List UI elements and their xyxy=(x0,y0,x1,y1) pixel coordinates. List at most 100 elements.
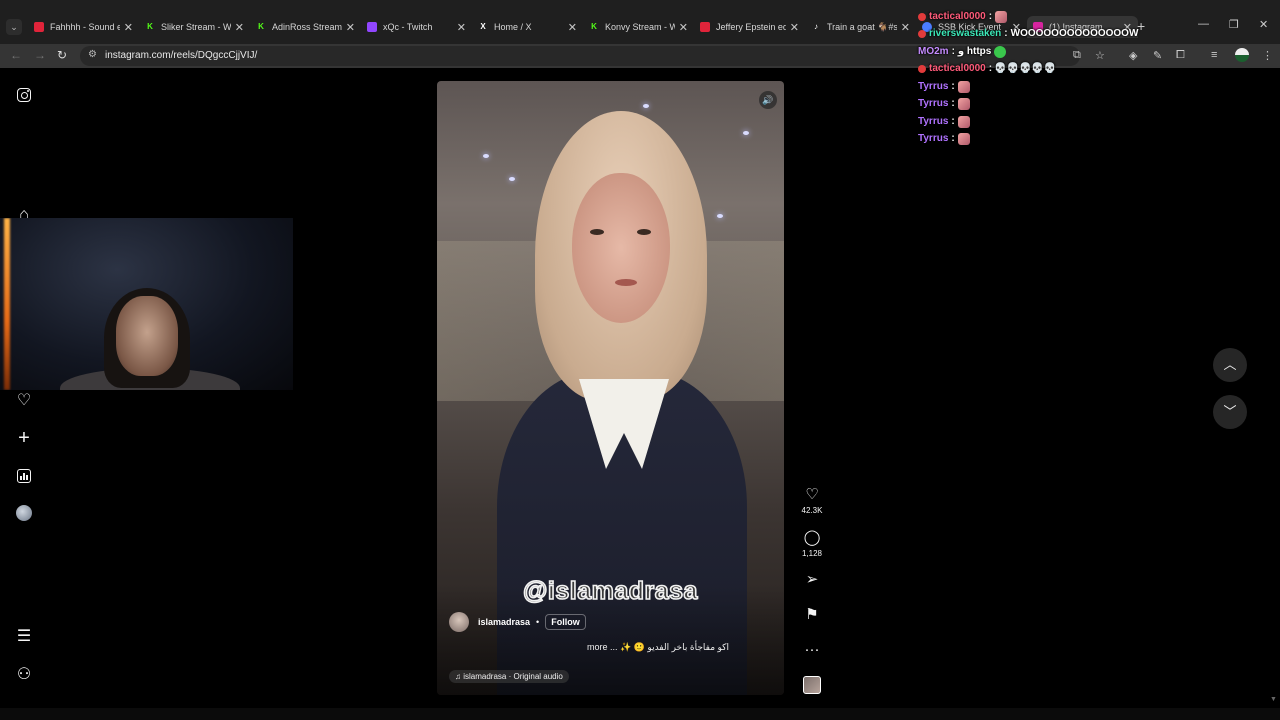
emote-icon xyxy=(957,115,970,128)
restore-icon[interactable]: ❐ xyxy=(1229,18,1239,31)
comment-action[interactable]: ◯ 1,128 xyxy=(798,529,826,558)
hamburger-menu-icon[interactable]: ☰ xyxy=(14,627,34,647)
reload-icon[interactable]: ↻ xyxy=(57,48,67,62)
chevron-down-icon: ﹀ xyxy=(1223,404,1237,419)
share-action[interactable]: ➢ xyxy=(798,571,826,589)
mute-icon[interactable]: 🔊 xyxy=(759,91,777,109)
author-username[interactable]: islamadrasa xyxy=(478,617,530,627)
url-text: instagram.com/reels/DQgccCjjVIJ/ xyxy=(105,50,258,61)
back-icon[interactable]: ← xyxy=(10,48,22,62)
close-icon[interactable]: ✕ xyxy=(457,21,466,34)
author-avatar[interactable] xyxy=(449,612,469,632)
chat-text: و https xyxy=(957,45,992,57)
tab-title: AdinRoss Stream xyxy=(272,22,342,32)
comment-icon[interactable]: ◯ xyxy=(798,529,826,547)
audio-label: islamadrasa · Original audio xyxy=(463,672,563,681)
chat-message: Tyrrus: xyxy=(918,96,1178,114)
video-watermark: @islamadrasa xyxy=(522,576,698,606)
close-icon[interactable]: ✕ xyxy=(790,21,799,34)
reel-video[interactable]: @islamadrasa 🔊 islamadrasa • Follow more… xyxy=(437,81,784,695)
kick-icon: K xyxy=(591,22,597,31)
window-close-icon[interactable]: ✕ xyxy=(1259,18,1268,31)
minimize-icon[interactable]: — xyxy=(1198,18,1209,30)
browser-tab[interactable]: K AdinRoss Stream ✕ xyxy=(250,16,361,38)
close-icon[interactable]: ✕ xyxy=(568,21,577,34)
chat-message: tactical0000: xyxy=(918,8,1178,26)
tab-title: Fahhhh - Sound e xyxy=(50,22,120,32)
emote-icon xyxy=(957,80,970,93)
profile-icon[interactable] xyxy=(14,503,34,523)
close-icon[interactable]: ✕ xyxy=(346,21,355,34)
close-icon[interactable]: ✕ xyxy=(124,21,133,34)
browser-tab[interactable]: ♪ Train a goat 🐐#s ✕ xyxy=(805,16,916,38)
menu-kebab-icon[interactable]: ⋮ xyxy=(1262,49,1273,62)
bookmark-icon[interactable]: ⚑ xyxy=(798,606,826,624)
emote-icon xyxy=(995,10,1008,23)
twitch-icon xyxy=(367,22,377,32)
forward-icon[interactable]: → xyxy=(34,48,46,62)
analytics-icon[interactable] xyxy=(14,466,34,486)
tab-title: Sliker Stream - W xyxy=(161,22,231,32)
badge-icon xyxy=(918,65,926,74)
chat-username: riverswastaken xyxy=(929,28,1002,40)
also-from-meta-icon[interactable]: ⚇ xyxy=(14,665,34,685)
tab-title: Konvy Stream - W xyxy=(605,22,675,32)
close-icon[interactable]: ✕ xyxy=(901,21,910,34)
tab-search-button[interactable]: ⌄ xyxy=(6,19,22,35)
profile-avatar[interactable] xyxy=(1235,48,1249,62)
chat-username: tactical0000 xyxy=(929,10,986,22)
heart-icon[interactable]: ♡ xyxy=(798,486,826,504)
reel-caption[interactable]: more ... ✨ 🙂 اكو مفاجأة باخر الفديو xyxy=(587,642,729,653)
follow-button[interactable]: Follow xyxy=(545,614,586,630)
create-plus-icon[interactable]: + xyxy=(14,428,34,448)
youtube-icon xyxy=(34,22,44,32)
separator: • xyxy=(536,617,540,627)
media-control-icon[interactable]: ≡ xyxy=(1211,49,1217,61)
reel-author: islamadrasa • Follow xyxy=(449,612,586,632)
emote-icon xyxy=(994,45,1007,58)
previous-reel-button[interactable]: ︿ xyxy=(1213,348,1247,382)
streamer-webcam xyxy=(0,218,293,390)
browser-tab[interactable]: K Konvy Stream - W ✕ xyxy=(583,16,694,38)
tab-title: xQc - Twitch xyxy=(383,22,433,32)
chat-message: tactical0000: 💀💀💀💀💀 xyxy=(918,61,1178,79)
more-options-icon[interactable]: ··· xyxy=(798,641,826,659)
badge-icon xyxy=(918,30,926,39)
chat-username: Tyrrus xyxy=(918,98,949,110)
save-action[interactable]: ⚑ xyxy=(798,606,826,624)
chat-username: Tyrrus xyxy=(918,80,949,92)
chat-message: Tyrrus: xyxy=(918,131,1178,149)
browser-tab[interactable]: xQc - Twitch ✕ xyxy=(361,16,472,38)
close-icon[interactable]: ✕ xyxy=(235,21,244,34)
close-icon[interactable]: ✕ xyxy=(679,21,688,34)
more-action[interactable]: ··· xyxy=(798,641,826,659)
send-icon[interactable]: ➢ xyxy=(798,571,826,589)
kick-icon: K xyxy=(147,22,153,31)
heart-icon[interactable]: ♡ xyxy=(14,391,34,411)
kick-icon: K xyxy=(258,22,264,31)
browser-tab[interactable]: Jeffery Epstein ed ✕ xyxy=(694,16,805,38)
tab-title: Train a goat 🐐#s xyxy=(827,21,897,32)
browser-tab[interactable]: Fahhhh - Sound e ✕ xyxy=(28,16,139,38)
chat-username: MO2m xyxy=(918,45,949,57)
browser-tab[interactable]: X Home / X ✕ xyxy=(472,16,583,38)
chat-message: Tyrrus: xyxy=(918,113,1178,131)
stream-chat-overlay: tactical0000: riverswastaken: WOOOOOOOOO… xyxy=(918,8,1178,148)
chat-message: riverswastaken: WOOOOOOOOOOOOOOW xyxy=(918,26,1178,44)
chat-message: MO2m: و https xyxy=(918,43,1178,61)
badge-icon xyxy=(918,12,926,21)
next-reel-button[interactable]: ﹀ xyxy=(1213,395,1247,429)
browser-tab[interactable]: K Sliker Stream - W ✕ xyxy=(139,16,250,38)
emote-icon xyxy=(957,133,970,146)
chat-username: Tyrrus xyxy=(918,115,949,127)
audio-attribution[interactable]: ♫ islamadrasa · Original audio xyxy=(449,670,569,683)
tab-title: Jeffery Epstein ed xyxy=(716,22,786,32)
scroll-down-arrow[interactable]: ▼ xyxy=(1270,696,1277,703)
audio-thumbnail[interactable] xyxy=(803,676,821,694)
like-count: 42.3K xyxy=(801,506,823,515)
site-info-icon[interactable]: ⚙ xyxy=(88,49,97,60)
instagram-logo-icon[interactable] xyxy=(14,85,34,105)
chat-username: Tyrrus xyxy=(918,133,949,145)
like-action[interactable]: ♡ 42.3K xyxy=(798,486,826,515)
x-icon: X xyxy=(480,22,486,31)
